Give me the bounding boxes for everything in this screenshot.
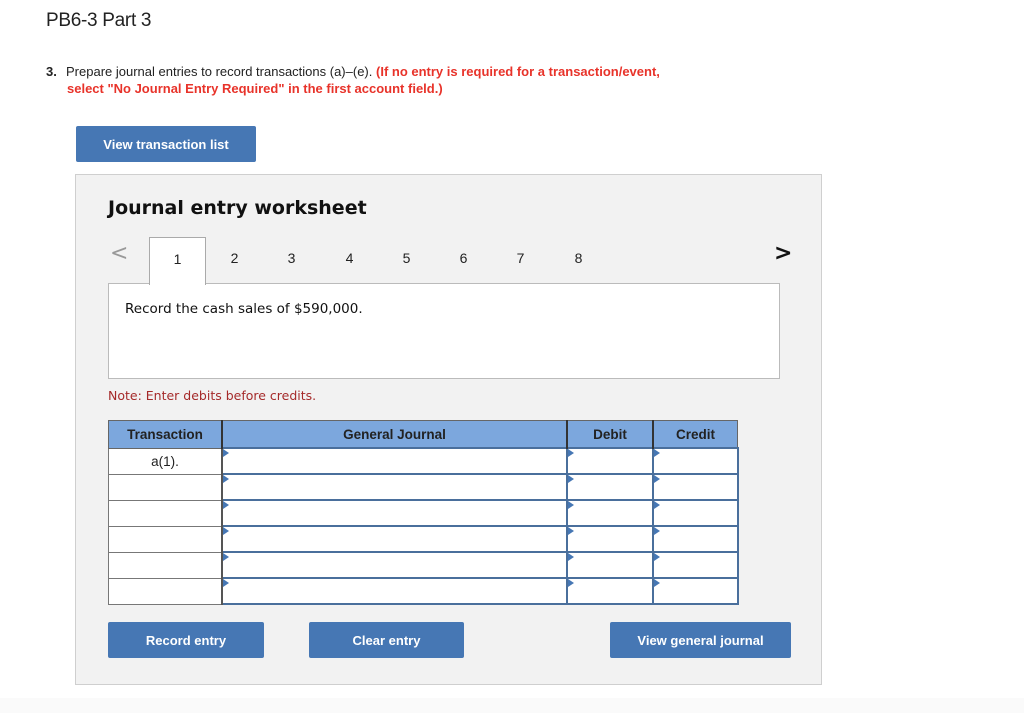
table-row: [108, 577, 739, 605]
table-row: [108, 525, 739, 553]
credit-input[interactable]: [652, 499, 739, 527]
account-input[interactable]: [221, 577, 568, 605]
credit-input[interactable]: [652, 447, 739, 475]
debit-input[interactable]: [566, 577, 654, 605]
credit-input[interactable]: [652, 473, 739, 501]
credit-input[interactable]: [652, 577, 739, 605]
credit-input[interactable]: [652, 525, 739, 553]
question-prompt: 3. Prepare journal entries to record tran…: [46, 63, 766, 97]
worksheet-title: Journal entry worksheet: [108, 197, 367, 219]
tab-6[interactable]: 6: [435, 237, 492, 285]
journal-entry-table: Transaction General Journal Debit Credit…: [108, 420, 739, 605]
tab-8[interactable]: 8: [550, 237, 607, 285]
header-transaction: Transaction: [108, 420, 223, 449]
journal-entry-worksheet-panel: Journal entry worksheet < 1 2 3 4 5 6 7 …: [75, 174, 822, 685]
transaction-cell: [108, 577, 223, 605]
account-input[interactable]: [221, 473, 568, 501]
transaction-cell: [108, 551, 223, 579]
table-row: [108, 473, 739, 501]
account-input[interactable]: [221, 499, 568, 527]
page-footer-strip: [0, 698, 1024, 713]
debit-input[interactable]: [566, 447, 654, 475]
table-row: [108, 551, 739, 579]
header-debit: Debit: [566, 420, 654, 449]
account-input[interactable]: [221, 447, 568, 475]
question-instruction-2: select "No Journal Entry Required" in th…: [67, 81, 443, 96]
tab-5[interactable]: 5: [378, 237, 435, 285]
transaction-description-box: Record the cash sales of $590,000.: [108, 283, 780, 379]
credit-input[interactable]: [652, 551, 739, 579]
tab-3[interactable]: 3: [263, 237, 320, 285]
header-credit: Credit: [652, 420, 738, 449]
debit-input[interactable]: [566, 551, 654, 579]
tab-4[interactable]: 4: [321, 237, 378, 285]
transaction-cell: a(1).: [108, 447, 223, 475]
header-general-journal: General Journal: [221, 420, 568, 449]
clear-entry-button[interactable]: Clear entry: [309, 622, 464, 658]
debit-input[interactable]: [566, 499, 654, 527]
transaction-cell: [108, 473, 223, 501]
view-general-journal-button[interactable]: View general journal: [610, 622, 791, 658]
account-input[interactable]: [221, 551, 568, 579]
question-number: 3.: [46, 64, 57, 79]
table-row: [108, 499, 739, 527]
question-text: Prepare journal entries to record transa…: [66, 64, 373, 79]
transaction-description: Record the cash sales of $590,000.: [125, 301, 363, 317]
chevron-left-icon[interactable]: <: [110, 241, 128, 266]
question-instruction-1: (If no entry is required for a transacti…: [376, 64, 660, 79]
debit-input[interactable]: [566, 525, 654, 553]
transaction-cell: [108, 499, 223, 527]
tab-7[interactable]: 7: [492, 237, 549, 285]
table-header-row: Transaction General Journal Debit Credit: [108, 420, 738, 449]
chevron-right-icon[interactable]: >: [774, 241, 792, 266]
view-transaction-list-button[interactable]: View transaction list: [76, 126, 256, 162]
record-entry-button[interactable]: Record entry: [108, 622, 264, 658]
account-input[interactable]: [221, 525, 568, 553]
transaction-cell: [108, 525, 223, 553]
debits-note: Note: Enter debits before credits.: [108, 388, 317, 403]
table-row: a(1).: [108, 447, 739, 475]
tab-1[interactable]: 1: [149, 237, 206, 285]
page-title: PB6-3 Part 3: [46, 10, 152, 31]
debit-input[interactable]: [566, 473, 654, 501]
tab-2[interactable]: 2: [206, 237, 263, 285]
